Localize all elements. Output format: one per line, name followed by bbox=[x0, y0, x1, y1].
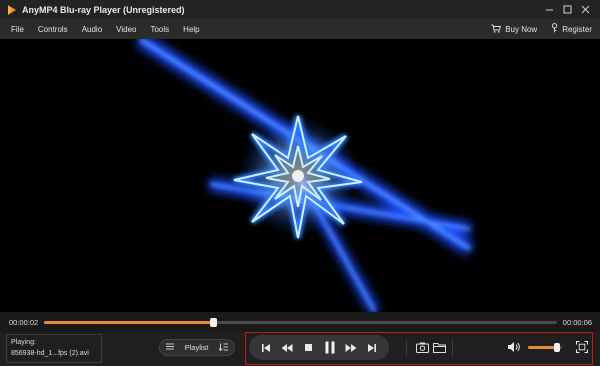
buy-now-label: Buy Now bbox=[505, 24, 538, 34]
total-time: 00:00:06 bbox=[562, 318, 592, 327]
menu-help[interactable]: Help bbox=[183, 25, 199, 34]
menu-video[interactable]: Video bbox=[116, 25, 136, 34]
key-icon bbox=[551, 23, 558, 35]
seek-bar-thumb[interactable] bbox=[210, 318, 218, 327]
current-time: 00:00:02 bbox=[9, 318, 39, 327]
register-button[interactable]: Register bbox=[551, 23, 592, 35]
divider bbox=[406, 340, 407, 356]
snapshot-icon[interactable] bbox=[415, 340, 429, 354]
now-playing-box: Playing: 856938-hd_1...fps (2).avi bbox=[6, 334, 102, 363]
control-bar: Playing: 856938-hd_1...fps (2).avi Playl… bbox=[0, 332, 600, 366]
skip-next-icon[interactable] bbox=[364, 340, 380, 356]
title-bar: AnyMP4 Blu-ray Player (Unregistered) bbox=[0, 0, 600, 19]
volume-slider-thumb[interactable] bbox=[553, 343, 560, 352]
cart-icon bbox=[491, 24, 502, 35]
close-icon[interactable] bbox=[576, 0, 594, 19]
maximize-icon[interactable] bbox=[558, 0, 576, 19]
volume-slider[interactable] bbox=[528, 343, 562, 352]
menu-file[interactable]: File bbox=[11, 25, 24, 34]
transport-controls bbox=[249, 335, 389, 360]
register-label: Register bbox=[562, 24, 592, 34]
buy-now-button[interactable]: Buy Now bbox=[491, 24, 537, 35]
fast-forward-icon[interactable] bbox=[343, 340, 359, 356]
window-controls bbox=[540, 0, 594, 19]
seek-bar[interactable] bbox=[44, 318, 557, 327]
now-playing-file: 856938-hd_1...fps (2).avi bbox=[11, 350, 89, 357]
volume-icon[interactable] bbox=[507, 340, 521, 354]
menu-tools[interactable]: Tools bbox=[150, 25, 169, 34]
fullscreen-icon[interactable] bbox=[575, 340, 589, 354]
playlist-label: Playlist bbox=[184, 343, 209, 352]
open-folder-icon[interactable] bbox=[432, 340, 446, 354]
list-icon bbox=[166, 343, 174, 352]
divider bbox=[452, 340, 453, 356]
app-logo-icon bbox=[7, 4, 17, 16]
pause-icon[interactable] bbox=[322, 340, 338, 356]
video-display[interactable] bbox=[0, 39, 600, 312]
menu-bar: File Controls Audio Video Tools Help Buy… bbox=[0, 19, 600, 39]
app-title: AnyMP4 Blu-ray Player (Unregistered) bbox=[22, 4, 185, 15]
video-frame-image bbox=[136, 39, 474, 312]
sort-icon bbox=[218, 343, 228, 353]
menu-audio[interactable]: Audio bbox=[82, 25, 102, 34]
volume-slider-fill bbox=[528, 346, 557, 349]
skip-previous-icon[interactable] bbox=[258, 340, 274, 356]
menu-controls[interactable]: Controls bbox=[38, 25, 68, 34]
minimize-icon[interactable] bbox=[540, 0, 558, 19]
progress-row: 00:00:02 00:00:06 bbox=[0, 312, 600, 332]
seek-bar-fill bbox=[44, 321, 214, 324]
now-playing-label: Playing: bbox=[11, 339, 36, 346]
playlist-button[interactable]: Playlist bbox=[159, 339, 235, 356]
rewind-icon[interactable] bbox=[279, 340, 295, 356]
stop-icon[interactable] bbox=[300, 340, 316, 356]
